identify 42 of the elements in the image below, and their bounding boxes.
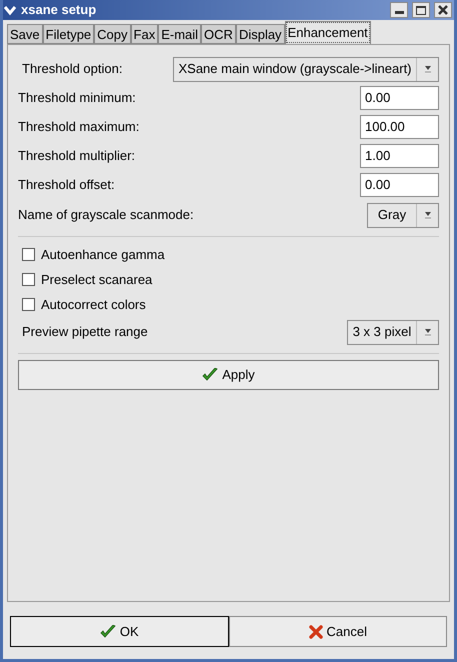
- checkbox-option[interactable]: Autocorrect colors: [18, 292, 439, 317]
- checkmark-icon: [100, 624, 116, 638]
- threshold-option-dropdown[interactable]: XSane main window (grayscale->lineart): [173, 56, 439, 82]
- checkbox[interactable]: [22, 298, 35, 311]
- tab[interactable]: Save: [7, 24, 43, 44]
- checkmark-icon: [202, 368, 218, 382]
- close-icon: [308, 624, 323, 638]
- checkbox-option[interactable]: Preselect scanarea: [18, 267, 439, 292]
- tab[interactable]: Copy: [94, 24, 131, 44]
- close-button[interactable]: [434, 2, 452, 18]
- cancel-button[interactable]: Cancel: [228, 616, 447, 647]
- tab[interactable]: OCR: [201, 24, 236, 44]
- input-field[interactable]: 0.00: [360, 172, 439, 196]
- field-label: Threshold multiplier:: [18, 146, 136, 165]
- apply-button[interactable]: Apply: [18, 360, 439, 390]
- tab[interactable]: Fax: [130, 24, 158, 44]
- checkbox-option[interactable]: Autoenhance gamma: [18, 242, 439, 267]
- tab[interactable]: Filetype: [42, 24, 94, 44]
- scanmode-dropdown[interactable]: Gray: [367, 202, 439, 228]
- maximize-button[interactable]: [412, 2, 430, 18]
- checkbox[interactable]: [22, 248, 35, 261]
- ok-button[interactable]: OK: [10, 616, 228, 647]
- field-label: Threshold minimum:: [18, 88, 137, 107]
- input-field[interactable]: 0.00: [360, 86, 439, 110]
- pipette-range-dropdown[interactable]: 3 x 3 pixel: [347, 320, 439, 344]
- field-label: Threshold option:: [21, 60, 124, 78]
- dropdown-arrow-icon: [424, 65, 432, 73]
- checkbox[interactable]: [22, 273, 35, 286]
- tab[interactable]: Display: [236, 24, 285, 44]
- field-label: Name of grayscale scanmode:: [18, 206, 195, 224]
- field-label: Threshold offset:: [18, 176, 116, 194]
- tab[interactable]: E-mail: [158, 24, 202, 44]
- input-field[interactable]: 1.00: [360, 144, 439, 168]
- menu-caret-icon[interactable]: [3, 4, 17, 16]
- tab[interactable]: Enhancement: [284, 21, 371, 44]
- dropdown-arrow-icon: [424, 211, 432, 219]
- field-label: Threshold maximum:: [18, 118, 140, 136]
- minimize-button[interactable]: [390, 2, 408, 18]
- window-title: xsane setup: [21, 1, 98, 20]
- dropdown-arrow-icon: [424, 328, 432, 336]
- input-field[interactable]: 100.00: [360, 114, 439, 138]
- field-label: Preview pipette range: [21, 323, 149, 342]
